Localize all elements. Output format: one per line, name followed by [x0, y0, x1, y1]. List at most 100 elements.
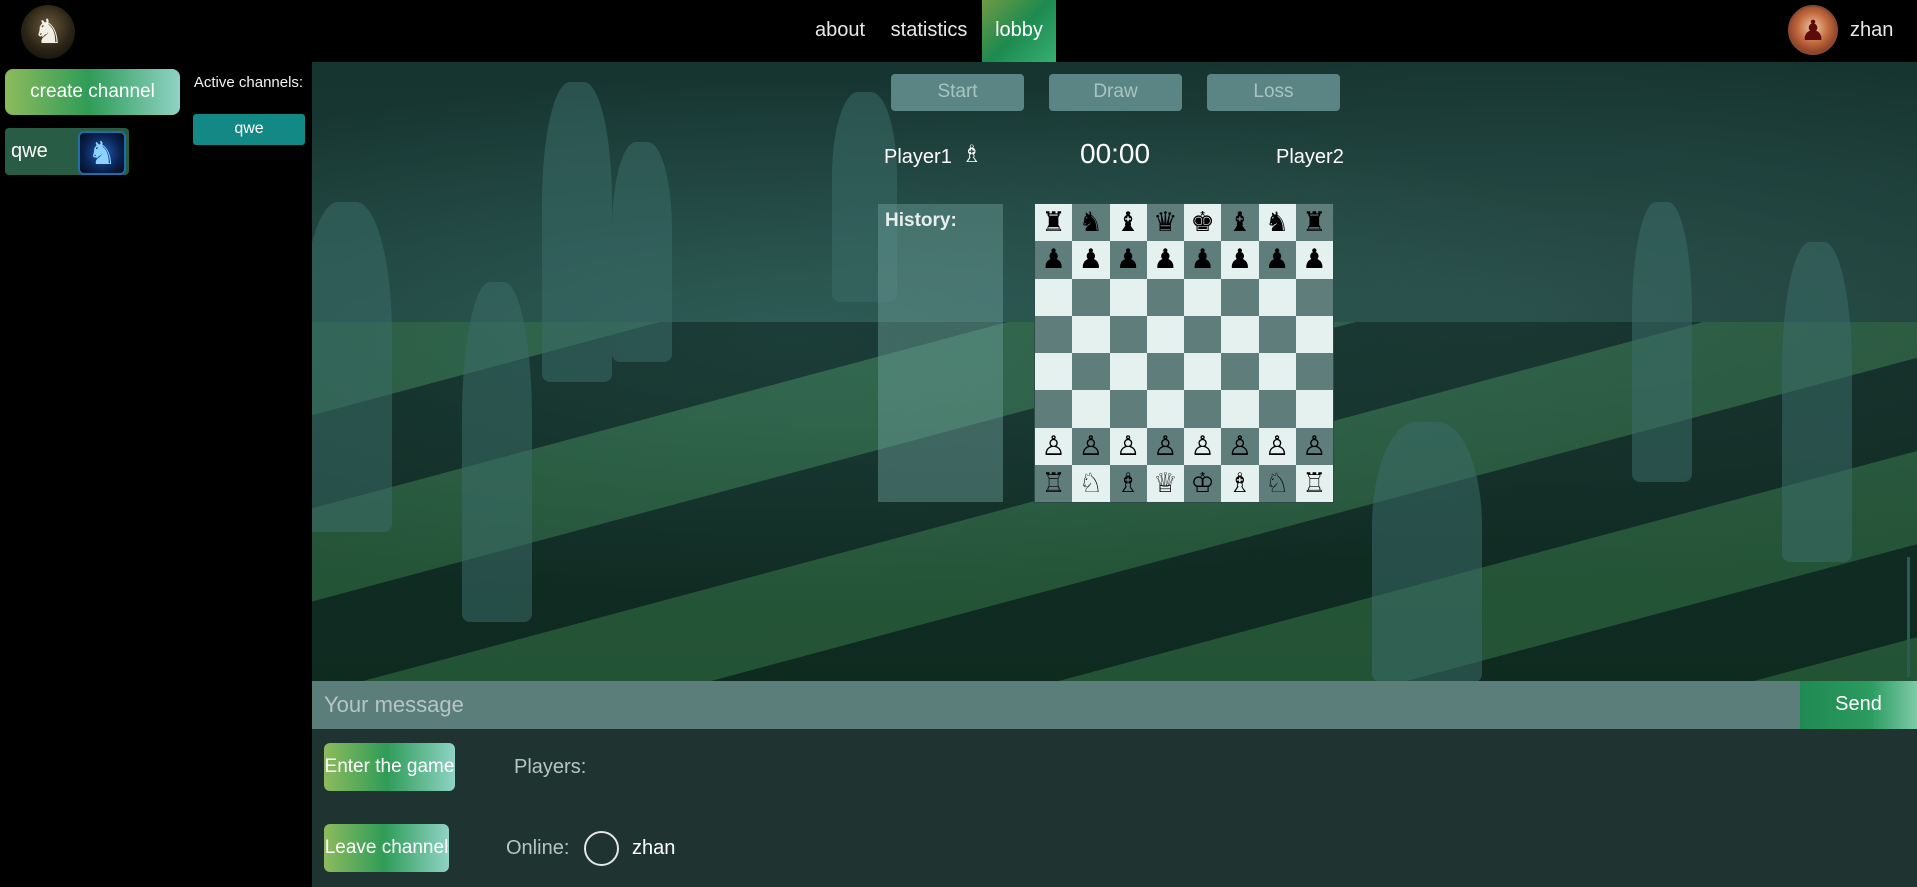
active-channel-chip[interactable]: qwe	[193, 114, 305, 145]
board-square[interactable]	[1146, 315, 1184, 353]
board-square[interactable]: ♗	[1221, 464, 1259, 502]
create-channel-button[interactable]: create channel	[5, 69, 180, 115]
players-label: Players:	[514, 756, 587, 778]
user-avatar-icon[interactable]: ♟	[1788, 5, 1838, 55]
board-square[interactable]	[1146, 353, 1184, 391]
loss-button[interactable]: Loss	[1207, 74, 1340, 111]
bishop-icon: ♗	[961, 140, 983, 168]
board-square[interactable]	[1072, 353, 1110, 391]
board-square[interactable]: ♘	[1258, 464, 1296, 502]
player2-label: Player2	[1276, 146, 1344, 168]
board-square[interactable]: ♞	[1072, 204, 1110, 242]
board-square[interactable]	[1035, 390, 1073, 428]
active-channels-label: Active channels:	[193, 74, 304, 91]
background-piece	[1782, 242, 1852, 562]
lobby-panel: Enter the game Players: Leave channel On…	[312, 729, 1917, 887]
board-square[interactable]: ♙	[1184, 427, 1222, 465]
board-square[interactable]: ♟	[1295, 241, 1333, 279]
board-square[interactable]	[1035, 315, 1073, 353]
board-square[interactable]: ♚	[1184, 204, 1222, 242]
board-square[interactable]: ♝	[1221, 204, 1259, 242]
background-piece	[312, 202, 392, 532]
channel-card[interactable]: qwe ♞	[5, 128, 129, 175]
message-input[interactable]	[312, 681, 1802, 729]
board-square[interactable]: ♞	[1258, 204, 1296, 242]
board-square[interactable]	[1258, 353, 1296, 391]
board-square[interactable]: ♙	[1035, 427, 1073, 465]
board-square[interactable]	[1295, 390, 1333, 428]
username[interactable]: zhan	[1850, 0, 1893, 62]
board-square[interactable]: ♟	[1221, 241, 1259, 279]
board-square[interactable]	[1035, 278, 1073, 316]
background-piece	[542, 82, 612, 382]
board-square[interactable]: ♕	[1146, 464, 1184, 502]
app-root: ♞ about statistics lobby ♟ zhan create c…	[0, 0, 1917, 887]
background-piece	[1632, 202, 1692, 482]
board-square[interactable]: ♙	[1258, 427, 1296, 465]
board-square[interactable]: ♛	[1146, 204, 1184, 242]
board-square[interactable]: ♖	[1035, 464, 1073, 502]
board-square[interactable]	[1258, 390, 1296, 428]
enter-game-button[interactable]: Enter the game	[324, 743, 455, 791]
board-square[interactable]: ♟	[1258, 241, 1296, 279]
board-square[interactable]	[1184, 353, 1222, 391]
board-square[interactable]: ♙	[1072, 427, 1110, 465]
leave-channel-button[interactable]: Leave channel	[324, 824, 449, 872]
board-square[interactable]: ♟	[1035, 241, 1073, 279]
online-label: Online:	[506, 837, 570, 859]
board-square[interactable]: ♙	[1146, 427, 1184, 465]
board-square[interactable]	[1221, 315, 1259, 353]
board-square[interactable]: ♟	[1072, 241, 1110, 279]
channel-name: qwe	[11, 140, 48, 162]
board-square[interactable]: ♙	[1295, 427, 1333, 465]
board-square[interactable]	[1184, 390, 1222, 428]
board-square[interactable]	[1295, 278, 1333, 316]
online-user-name[interactable]: zhan	[632, 824, 675, 872]
board-square[interactable]: ♜	[1035, 204, 1073, 242]
chat-bar: Send	[312, 681, 1917, 729]
board-square[interactable]	[1109, 390, 1147, 428]
online-user-avatar[interactable]	[584, 831, 619, 866]
send-button[interactable]: Send	[1800, 681, 1917, 729]
board-square[interactable]	[1072, 278, 1110, 316]
board-square[interactable]	[1035, 353, 1073, 391]
board-square[interactable]: ♟	[1109, 241, 1147, 279]
board-square[interactable]	[1184, 278, 1222, 316]
scrollbar[interactable]	[1907, 557, 1910, 677]
nav-statistics[interactable]: statistics	[882, 0, 976, 62]
board-square[interactable]: ♖	[1295, 464, 1333, 502]
game-area: Start Draw Loss Player1 ♗ 00:00 Player2 …	[312, 62, 1917, 681]
board-square[interactable]	[1258, 278, 1296, 316]
board-square[interactable]: ♔	[1184, 464, 1222, 502]
board-square[interactable]	[1109, 353, 1147, 391]
board-square[interactable]	[1072, 390, 1110, 428]
board-square[interactable]	[1146, 278, 1184, 316]
board-square[interactable]	[1295, 353, 1333, 391]
nav-lobby[interactable]: lobby	[982, 0, 1056, 62]
board-square[interactable]	[1258, 315, 1296, 353]
board-square[interactable]: ♙	[1109, 427, 1147, 465]
board-square[interactable]	[1109, 315, 1147, 353]
game-timer: 00:00	[1080, 138, 1151, 169]
start-button[interactable]: Start	[891, 74, 1024, 111]
board-square[interactable]	[1221, 353, 1259, 391]
board-square[interactable]	[1072, 315, 1110, 353]
board-square[interactable]: ♟	[1184, 241, 1222, 279]
board-square[interactable]: ♗	[1109, 464, 1147, 502]
draw-button[interactable]: Draw	[1049, 74, 1182, 111]
board-square[interactable]	[1221, 390, 1259, 428]
chess-knight-logo-icon[interactable]: ♞	[21, 5, 75, 59]
nav-about[interactable]: about	[806, 0, 874, 62]
board-square[interactable]: ♙	[1221, 427, 1259, 465]
board-square[interactable]: ♘	[1072, 464, 1110, 502]
board-square[interactable]	[1295, 315, 1333, 353]
board-square[interactable]: ♝	[1109, 204, 1147, 242]
board-square[interactable]: ♟	[1146, 241, 1184, 279]
board-square[interactable]	[1109, 278, 1147, 316]
chess-board[interactable]: ♜ ♞ ♝ ♛ ♚ ♝ ♞ ♜ ♟ ♟ ♟ ♟ ♟ ♟ ♟ ♟ ♙ ♙ ♙ ♙ ♙ ♙ ♙ ♙ ♖ ♘ ♗ ♕ ♔ ♗ ♘ ♖	[1034, 203, 1334, 503]
board-square[interactable]	[1184, 315, 1222, 353]
background-piece	[612, 142, 672, 362]
board-square[interactable]	[1221, 278, 1259, 316]
board-square[interactable]: ♜	[1295, 204, 1333, 242]
board-square[interactable]	[1146, 390, 1184, 428]
